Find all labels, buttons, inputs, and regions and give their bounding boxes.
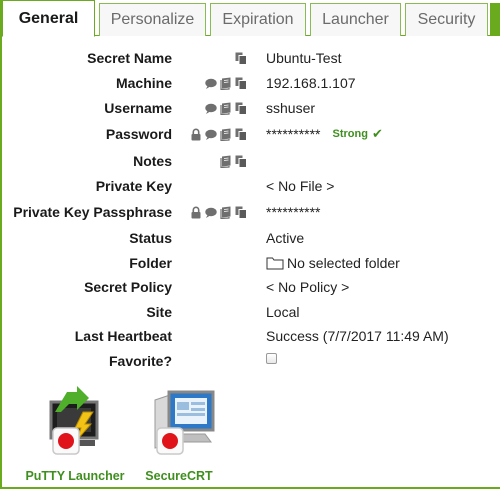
book-icon[interactable] xyxy=(220,128,232,141)
lock-icon[interactable] xyxy=(190,206,202,219)
private-key-value[interactable]: < No File > xyxy=(266,176,334,196)
username-label: Username xyxy=(104,100,172,116)
password-label: Password xyxy=(105,126,172,142)
password-strength: Strong xyxy=(332,128,368,140)
putty-launcher-label: PuTTY Launcher xyxy=(25,469,125,483)
password-value: ********** xyxy=(266,126,321,142)
password-value-group: ********** Strong ✔ xyxy=(266,124,383,144)
copy-icon[interactable] xyxy=(235,52,247,65)
comment-icon[interactable] xyxy=(205,128,217,141)
putty-launcher-button[interactable]: PuTTY Launcher xyxy=(20,382,130,483)
copy-icon[interactable] xyxy=(235,102,247,115)
machine-value: 192.168.1.107 xyxy=(266,75,356,91)
private-key-passphrase-value: ********** xyxy=(266,204,321,220)
status-value: Active xyxy=(266,230,305,246)
tab-general[interactable]: General xyxy=(2,0,95,37)
secret-policy-label: Secret Policy xyxy=(84,279,172,295)
field-private-key: Private Key < No File > xyxy=(0,176,500,196)
secret-name-value: Ubuntu-Test xyxy=(266,50,342,66)
comment-icon[interactable] xyxy=(205,206,217,219)
field-status: Status Active xyxy=(0,228,500,248)
site-value: Local xyxy=(266,304,300,320)
secret-name-label: Secret Name xyxy=(87,50,172,66)
comment-icon[interactable] xyxy=(205,77,217,90)
notes-label: Notes xyxy=(133,153,172,169)
field-username: Username sshuser xyxy=(0,98,500,118)
copy-icon[interactable] xyxy=(235,155,247,168)
favorite-checkbox[interactable] xyxy=(266,353,277,364)
field-last-heartbeat: Last Heartbeat Success (7/7/2017 11:49 A… xyxy=(0,326,500,346)
copy-icon[interactable] xyxy=(235,77,247,90)
site-label: Site xyxy=(146,304,172,320)
folder-value: No selected folder xyxy=(287,255,400,271)
tab-overflow-indicator xyxy=(490,3,500,36)
securecrt-icon xyxy=(154,390,215,455)
field-password: Password ********** Strong ✔ xyxy=(0,124,500,144)
book-icon[interactable] xyxy=(220,155,232,168)
field-secret-policy: Secret Policy < No Policy > xyxy=(0,277,500,297)
field-site: Site Local xyxy=(0,302,500,322)
book-icon[interactable] xyxy=(220,77,232,90)
secret-policy-value[interactable]: < No Policy > xyxy=(266,277,349,297)
securecrt-launcher-label: SecureCRT xyxy=(145,469,213,483)
lock-icon[interactable] xyxy=(190,128,202,141)
tab-launcher[interactable]: Launcher xyxy=(310,3,401,36)
folder-label: Folder xyxy=(129,255,172,271)
status-label: Status xyxy=(129,230,172,246)
tab-expiration[interactable]: Expiration xyxy=(210,3,306,36)
book-icon[interactable] xyxy=(220,102,232,115)
folder-icon xyxy=(266,257,284,270)
last-heartbeat-value: Success (7/7/2017 11:49 AM) xyxy=(266,328,449,344)
checkmark-icon: ✔ xyxy=(371,126,383,141)
username-value: sshuser xyxy=(266,100,316,116)
copy-icon[interactable] xyxy=(235,128,247,141)
field-folder: Folder No selected folder xyxy=(0,253,500,273)
field-private-key-passphrase: Private Key Passphrase ********** xyxy=(0,202,500,222)
folder-value-group[interactable]: No selected folder xyxy=(266,253,400,273)
field-secret-name: Secret Name Ubuntu-Test xyxy=(0,48,500,68)
copy-icon[interactable] xyxy=(235,206,247,219)
field-machine: Machine 192.168.1.107 xyxy=(0,73,500,93)
favorite-label: Favorite? xyxy=(108,353,172,369)
tab-bar: General Personalize Expiration Launcher … xyxy=(0,0,500,37)
comment-icon[interactable] xyxy=(205,102,217,115)
private-key-passphrase-label: Private Key Passphrase xyxy=(13,204,172,220)
field-notes: Notes xyxy=(0,151,500,171)
book-icon[interactable] xyxy=(220,206,232,219)
putty-icon xyxy=(49,386,99,455)
field-favorite: Favorite? xyxy=(0,351,500,371)
tab-personalize[interactable]: Personalize xyxy=(99,3,206,36)
machine-label: Machine xyxy=(115,75,172,91)
tab-security[interactable]: Security xyxy=(405,3,488,36)
securecrt-launcher-button[interactable]: SecureCRT xyxy=(124,382,234,483)
private-key-label: Private Key xyxy=(95,178,172,194)
last-heartbeat-label: Last Heartbeat xyxy=(74,328,172,344)
